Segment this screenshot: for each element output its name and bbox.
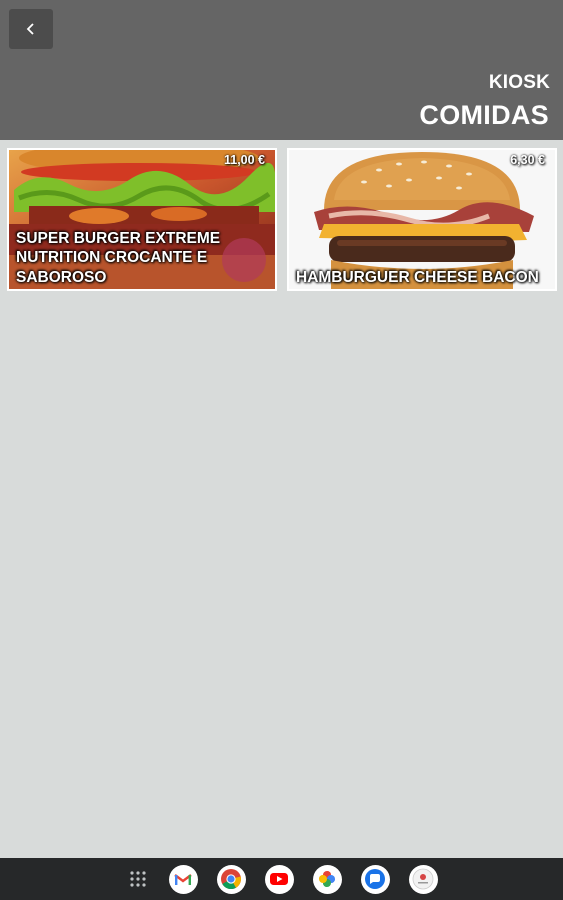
messages-icon[interactable]	[360, 864, 390, 894]
app-launcher-icon[interactable]	[126, 865, 150, 894]
photos-icon[interactable]	[312, 864, 342, 894]
product-grid: 11,00 € SUPER BURGER EXTREME NUTRITION C…	[7, 148, 557, 291]
gmail-icon[interactable]	[168, 864, 198, 894]
youtube-icon[interactable]	[264, 864, 294, 894]
app-header: KIOSK COMIDAS	[0, 0, 563, 140]
header-subtitle: KIOSK	[488, 72, 550, 93]
kiosk-app-icon[interactable]	[408, 864, 438, 894]
product-card[interactable]: 6,30 € HAMBURGUER CHEESE BACON	[287, 148, 557, 291]
back-button[interactable]	[9, 9, 53, 49]
system-taskbar	[0, 858, 563, 900]
chevron-left-icon	[26, 23, 34, 35]
page-title: COMIDAS	[419, 100, 549, 130]
product-card[interactable]: 11,00 € SUPER BURGER EXTREME NUTRITION C…	[7, 148, 277, 291]
product-price: 6,30 €	[510, 153, 545, 167]
product-name: HAMBURGUER CHEESE BACON	[296, 268, 539, 286]
product-price: 11,00 €	[223, 153, 265, 167]
product-name: SUPER BURGER EXTREME NUTRITION CROCANTE …	[16, 229, 221, 286]
chrome-icon[interactable]	[216, 864, 246, 894]
